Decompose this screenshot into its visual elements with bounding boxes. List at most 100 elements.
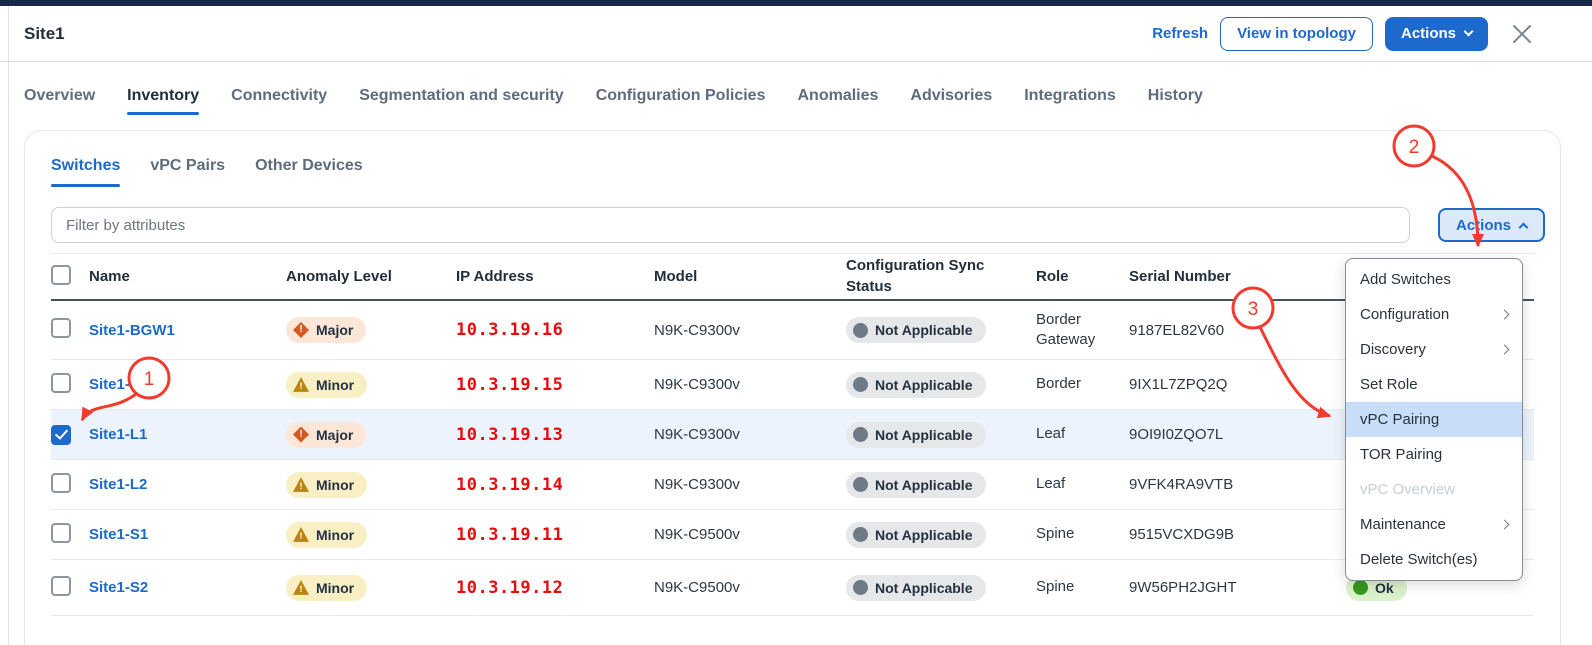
table-header-row: Name Anomaly Level IP Address Model Conf…: [51, 253, 1534, 301]
config-sync-status-badge: Not Applicable: [846, 575, 986, 601]
tab-advisories[interactable]: Advisories: [910, 63, 992, 129]
anomaly-icon: !: [293, 477, 309, 493]
column-header-ip-address[interactable]: IP Address: [456, 268, 654, 285]
row-checkbox[interactable]: [51, 425, 71, 445]
close-icon[interactable]: [1510, 22, 1534, 46]
actions-menu-item[interactable]: vPC Overview: [1346, 472, 1522, 507]
role-value: Leaf: [1036, 424, 1129, 444]
switches-table: Name Anomaly Level IP Address Model Conf…: [25, 243, 1560, 616]
serial-number-value: 9IX1L7ZPQ2Q: [1129, 376, 1316, 393]
table-toolbar: Actions: [25, 187, 1560, 243]
tab-anomalies[interactable]: Anomalies: [797, 63, 878, 129]
table-body: Site1-BGW1 !Major 10.3.19.16 N9K-C9300v …: [51, 301, 1534, 616]
status-dot-icon: [853, 427, 868, 442]
table-actions-button[interactable]: Actions: [1438, 208, 1545, 242]
column-header-anomaly-level[interactable]: Anomaly Level: [286, 268, 456, 285]
config-sync-status-badge: Not Applicable: [846, 317, 986, 343]
anomaly-badge: !Major: [286, 317, 366, 343]
page-title: Site1: [24, 24, 65, 44]
panel-header: Site1 Refresh View in topology Actions: [0, 6, 1592, 62]
column-header-model[interactable]: Model: [654, 268, 846, 285]
table-row: Site1-L2 !Minor 10.3.19.14 N9K-C9300v No…: [51, 460, 1534, 510]
config-sync-status-badge: Not Applicable: [846, 472, 986, 498]
config-sync-status-badge: Not Applicable: [846, 372, 986, 398]
submenu-chevron-icon: [1500, 520, 1510, 530]
anomaly-badge: !Minor: [286, 575, 367, 601]
serial-number-value: 9187EL82V60: [1129, 322, 1316, 339]
actions-menu-item[interactable]: Configuration: [1346, 297, 1522, 332]
tab-overview[interactable]: Overview: [24, 63, 95, 129]
model-value: N9K-C9300v: [654, 476, 846, 493]
device-type-tab-bar: Switches vPC Pairs Other Devices: [25, 131, 1560, 187]
row-checkbox[interactable]: [51, 318, 71, 338]
serial-number-value: 9OI9I0ZQO7L: [1129, 426, 1316, 443]
table-row: Site1-BGW1 !Major 10.3.19.16 N9K-C9300v …: [51, 301, 1534, 360]
ok-dot-icon: [1353, 580, 1368, 595]
panel-actions-button[interactable]: Actions: [1385, 17, 1488, 51]
ip-address-value: 10.3.19.16: [456, 320, 654, 340]
submenu-chevron-icon: [1500, 310, 1510, 320]
role-value: Spine: [1036, 524, 1129, 544]
ip-address-value: 10.3.19.14: [456, 475, 654, 495]
tab-configuration-policies[interactable]: Configuration Policies: [596, 63, 766, 129]
switch-name-link[interactable]: Site1-S2: [89, 579, 148, 596]
actions-menu-item[interactable]: Delete Switch(es): [1346, 542, 1522, 577]
column-header-role[interactable]: Role: [1036, 268, 1129, 285]
serial-number-value: 9W56PH2JGHT: [1129, 579, 1316, 596]
chevron-down-icon: [1464, 27, 1474, 37]
column-header-name[interactable]: Name: [89, 268, 286, 285]
subtab-other-devices[interactable]: Other Devices: [255, 157, 363, 187]
switch-name-link[interactable]: Site1-BGW1: [89, 322, 175, 339]
model-value: N9K-C9300v: [654, 426, 846, 443]
switch-name-link[interactable]: Site1-L1: [89, 426, 147, 443]
actions-menu-item[interactable]: Discovery: [1346, 332, 1522, 367]
tab-connectivity[interactable]: Connectivity: [231, 63, 327, 129]
inventory-card: Switches vPC Pairs Other Devices Actions…: [24, 130, 1561, 645]
anomaly-icon: !: [293, 527, 309, 543]
anomaly-badge: !Minor: [286, 522, 367, 548]
row-checkbox[interactable]: [51, 576, 71, 596]
actions-menu-item[interactable]: Maintenance: [1346, 507, 1522, 542]
tab-integrations[interactable]: Integrations: [1024, 63, 1116, 129]
table-row: Site1-S1 !Minor 10.3.19.11 N9K-C9500v No…: [51, 510, 1534, 560]
switch-name-link[interactable]: Site1-L2: [89, 476, 147, 493]
anomaly-icon: !: [293, 427, 309, 443]
model-value: N9K-C9300v: [654, 322, 846, 339]
switch-name-link[interactable]: Site1-BL1: [89, 376, 158, 393]
switch-name-link[interactable]: Site1-S1: [89, 526, 148, 543]
view-in-topology-button[interactable]: View in topology: [1220, 17, 1373, 51]
actions-menu-item[interactable]: TOR Pairing: [1346, 437, 1522, 472]
ip-address-value: 10.3.19.11: [456, 525, 654, 545]
tab-inventory[interactable]: Inventory: [127, 63, 199, 129]
subtab-vpc-pairs[interactable]: vPC Pairs: [150, 157, 225, 187]
select-all-checkbox[interactable]: [51, 265, 71, 285]
anomaly-badge: !Minor: [286, 372, 367, 398]
role-value: Border Gateway: [1036, 310, 1129, 351]
row-checkbox[interactable]: [51, 523, 71, 543]
serial-number-value: 9VFK4RA9VTB: [1129, 476, 1316, 493]
config-sync-status-badge: Not Applicable: [846, 522, 986, 548]
column-header-config-sync-status[interactable]: Configuration Sync Status: [846, 256, 1006, 297]
filter-input[interactable]: [51, 207, 1410, 243]
column-header-serial-number[interactable]: Serial Number: [1129, 268, 1316, 285]
serial-number-value: 9515VCXDG9B: [1129, 526, 1316, 543]
row-checkbox[interactable]: [51, 373, 71, 393]
tab-segmentation-and-security[interactable]: Segmentation and security: [359, 63, 564, 129]
tab-history[interactable]: History: [1148, 63, 1203, 129]
table-row: Site1-BL1 !Minor 10.3.19.15 N9K-C9300v N…: [51, 360, 1534, 410]
status-dot-icon: [853, 580, 868, 595]
actions-menu-item[interactable]: Set Role: [1346, 367, 1522, 402]
panel-left-edge: [8, 6, 9, 645]
actions-menu-item[interactable]: Add Switches: [1346, 262, 1522, 297]
table-row: Site1-L1 !Major 10.3.19.13 N9K-C9300v No…: [51, 410, 1534, 460]
status-dot-icon: [853, 527, 868, 542]
submenu-chevron-icon: [1500, 345, 1510, 355]
actions-menu-item[interactable]: vPC Pairing: [1346, 402, 1522, 437]
refresh-link[interactable]: Refresh: [1152, 25, 1208, 42]
actions-dropdown-menu: Add Switches Configuration Discovery Set…: [1345, 258, 1523, 581]
anomaly-badge: !Minor: [286, 472, 367, 498]
subtab-switches[interactable]: Switches: [51, 157, 120, 187]
row-checkbox[interactable]: [51, 473, 71, 493]
table-row: Site1-S2 !Minor 10.3.19.12 N9K-C9500v No…: [51, 560, 1534, 616]
model-value: N9K-C9300v: [654, 376, 846, 393]
